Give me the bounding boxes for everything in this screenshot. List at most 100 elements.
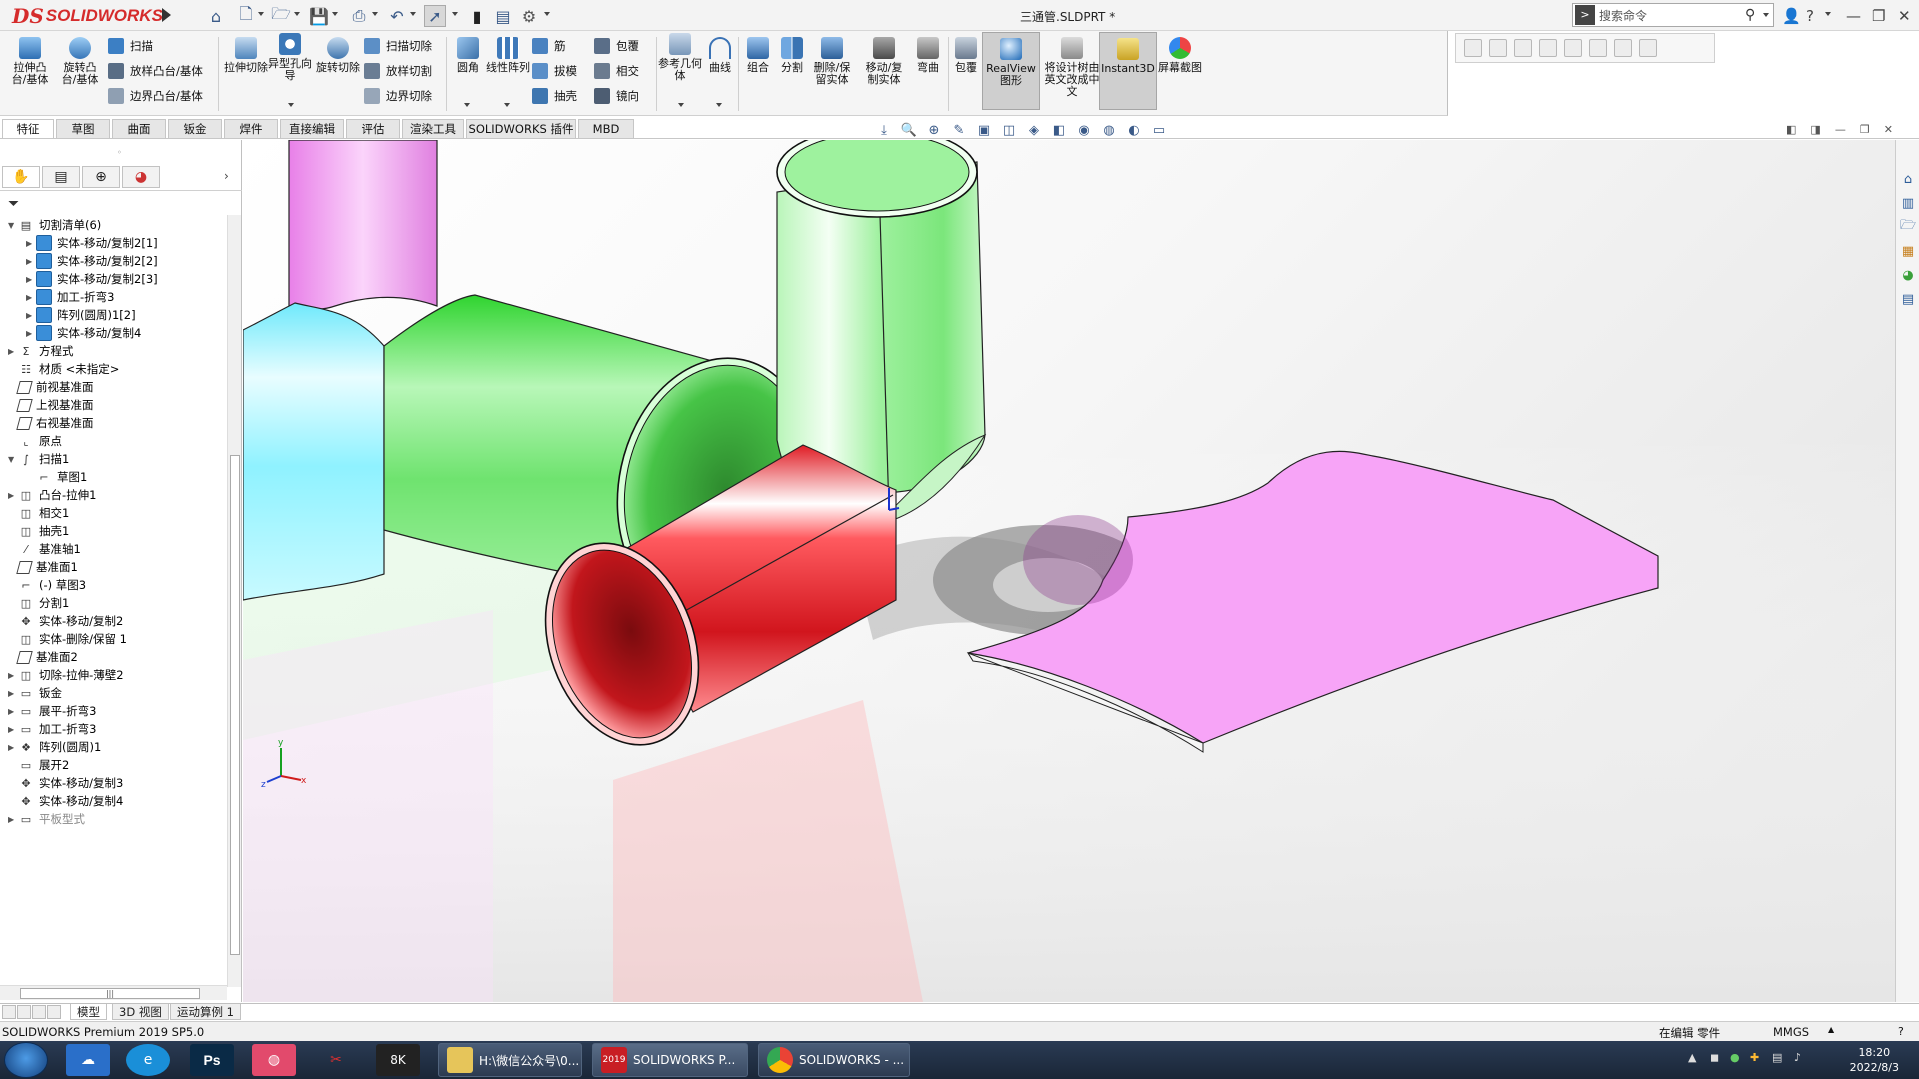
expand-arrow-icon[interactable]: ▶ [8, 707, 18, 716]
expand-arrow-icon[interactable]: ▶ [8, 743, 18, 752]
home-icon[interactable]: ⌂ [205, 5, 227, 27]
units-selector[interactable]: MMGS [1773, 1025, 1809, 1039]
expand-arrow-icon[interactable]: ▶ [8, 725, 18, 734]
previous-view-icon[interactable]: ✎ [950, 121, 968, 139]
swept-cut-button[interactable]: 扫描切除 [364, 35, 432, 57]
expand-arrow-icon[interactable]: ▶ [26, 293, 36, 302]
expand-arrow-icon[interactable]: ▶ [26, 311, 36, 320]
tab-sketch[interactable]: 草图 [56, 119, 110, 138]
viewport-split-left-icon[interactable]: ◧ [1786, 123, 1796, 136]
viewport-close-icon[interactable]: ✕ [1884, 123, 1893, 136]
view-palette-icon[interactable]: ▦ [1899, 242, 1917, 260]
view-settings-icon[interactable]: ▭ [1150, 121, 1168, 139]
extrude-cut-button[interactable]: 拉伸切除 [224, 37, 268, 74]
menu-expand-arrow-icon[interactable] [162, 8, 171, 22]
first-tab-icon[interactable] [2, 1005, 16, 1019]
tree-item[interactable]: 前视基准面 [8, 377, 94, 397]
options-dropdown-icon[interactable] [544, 12, 550, 16]
ref-geometry-button[interactable]: 参考几何体 [658, 33, 702, 82]
scrollbar-thumb[interactable] [230, 455, 240, 955]
expand-arrow-icon[interactable]: ▼ [8, 221, 18, 230]
viewport-minimize-icon[interactable]: — [1835, 123, 1846, 136]
panel-grip-icon[interactable]: ◦ [117, 148, 122, 157]
expand-arrow-icon[interactable]: ▶ [8, 491, 18, 500]
intersect-button[interactable]: 相交 [594, 60, 639, 82]
panel-expand-icon[interactable]: › [224, 169, 229, 183]
fillet-dropdown-icon[interactable] [464, 103, 470, 107]
mirror-button[interactable]: 镜向 [594, 85, 639, 107]
last-tab-icon[interactable] [47, 1005, 61, 1019]
tool-icon[interactable] [1514, 39, 1532, 57]
shell-button[interactable]: 抽壳 [532, 85, 577, 107]
lofted-cut-button[interactable]: 放样切割 [364, 60, 432, 82]
start-button[interactable] [4, 1042, 48, 1078]
photoshop-icon[interactable]: Ps [190, 1044, 234, 1076]
tree-item[interactable]: 右视基准面 [8, 413, 94, 433]
expand-arrow-icon[interactable]: ▶ [26, 329, 36, 338]
search-dropdown-icon[interactable] [1763, 13, 1769, 17]
expand-arrow-icon[interactable]: ▶ [8, 689, 18, 698]
ref-geometry-dropdown-icon[interactable] [678, 103, 684, 107]
tree-item[interactable]: ✥ 实体-移动/复制4 [8, 791, 123, 811]
tab-render-tools[interactable]: 渲染工具 [402, 119, 464, 138]
help-icon[interactable]: ? [1806, 5, 1814, 27]
tree-item[interactable]: ▶ 实体-移动/复制4 [26, 323, 141, 343]
linear-pattern-button[interactable]: 线性阵列 [486, 37, 530, 74]
viewport-split-right-icon[interactable]: ◨ [1810, 123, 1820, 136]
tab-solidworks-addins[interactable]: SOLIDWORKS 插件 [466, 119, 576, 138]
tree-item[interactable]: ✥ 实体-移动/复制3 [8, 773, 123, 793]
next-tab-icon[interactable] [32, 1005, 46, 1019]
delete-keep-body-button[interactable]: 删除/保留实体 [810, 37, 854, 86]
apply-scene-icon[interactable]: ◐ [1125, 121, 1143, 139]
expand-arrow-icon[interactable]: ▶ [8, 815, 18, 824]
graphics-area[interactable]: y x z [243, 140, 1899, 1002]
tree-item[interactable]: ⁄ 基准轴1 [8, 539, 81, 559]
loft-boss-button[interactable]: 放样凸台/基体 [108, 60, 203, 82]
undo-dropdown-icon[interactable] [410, 12, 416, 16]
tab-features[interactable]: 特征 [2, 119, 54, 138]
sweep-button[interactable]: 扫描 [108, 35, 153, 57]
expand-arrow-icon[interactable]: ▶ [26, 257, 36, 266]
tree-item[interactable]: 上视基准面 [8, 395, 94, 415]
save-dropdown-icon[interactable] [332, 12, 338, 16]
tray-network-icon[interactable]: ▤ [1772, 1051, 1782, 1064]
expand-arrow-icon[interactable]: ▶ [26, 275, 36, 284]
solidworks-resources-icon[interactable]: ⌂ [1899, 170, 1917, 188]
custom-properties-icon[interactable]: ▤ [1899, 290, 1917, 308]
snipping-tool-icon[interactable]: ✂ [314, 1044, 358, 1076]
edit-appearance-icon[interactable]: ◍ [1100, 121, 1118, 139]
prev-tab-icon[interactable] [17, 1005, 31, 1019]
revolve-boss-button[interactable]: 旋转凸台/基体 [58, 37, 102, 86]
move-copy-body-button[interactable]: 移动/复制实体 [862, 37, 906, 86]
tree-item[interactable]: ▶ 实体-移动/复制2[2] [26, 251, 158, 271]
hide-show-items-icon[interactable]: ◉ [1075, 121, 1093, 139]
tree-item[interactable]: ▶ ▭ 钣金 [8, 683, 62, 703]
ie-browser-icon[interactable]: e [126, 1044, 170, 1076]
units-dropdown-icon[interactable]: ▲ [1828, 1025, 1834, 1034]
tree-item[interactable]: ▶ Σ 方程式 [8, 341, 74, 361]
close-icon[interactable]: ✕ [1898, 5, 1911, 27]
search-icon[interactable]: ⚲ [1745, 7, 1763, 23]
draft-button[interactable]: 拔模 [532, 60, 577, 82]
display-manager-tab-icon[interactable]: ◕ [122, 166, 160, 188]
tree-item[interactable]: ☷ 材质 <未指定> [8, 359, 119, 379]
new-document-icon[interactable]: 🗋 [235, 4, 257, 27]
tree-item[interactable]: ▶ 实体-移动/复制2[1] [26, 233, 158, 253]
tray-security-icon[interactable]: ✚ [1750, 1051, 1759, 1064]
dynamic-annotation-icon[interactable]: ◫ [1000, 121, 1018, 139]
tree-item[interactable]: ▶ 加工-折弯3 [26, 287, 114, 307]
realview-button[interactable]: RealView图形 [982, 32, 1040, 110]
appearances-icon[interactable]: ◕ [1899, 266, 1917, 284]
solidworks-main-window-button[interactable]: 2019 SOLIDWORKS P... [592, 1043, 748, 1077]
explorer-window-button[interactable]: H:\微信公众号\0... [438, 1043, 582, 1077]
split-button[interactable]: 分割 [770, 37, 814, 74]
3d-model-view[interactable] [243, 140, 1899, 1002]
tree-item[interactable]: ▶ 实体-移动/复制2[3] [26, 269, 158, 289]
boundary-boss-button[interactable]: 边界凸台/基体 [108, 85, 203, 107]
configuration-manager-tab-icon[interactable]: ⊕ [82, 166, 120, 188]
media-player-icon[interactable]: ◍ [252, 1044, 296, 1076]
tab-model[interactable]: 模型 [70, 1004, 107, 1020]
view-orientation-icon[interactable]: ⤓ [875, 121, 893, 139]
tab-weldments[interactable]: 焊件 [224, 119, 278, 138]
restore-icon[interactable]: ❐ [1872, 5, 1885, 27]
